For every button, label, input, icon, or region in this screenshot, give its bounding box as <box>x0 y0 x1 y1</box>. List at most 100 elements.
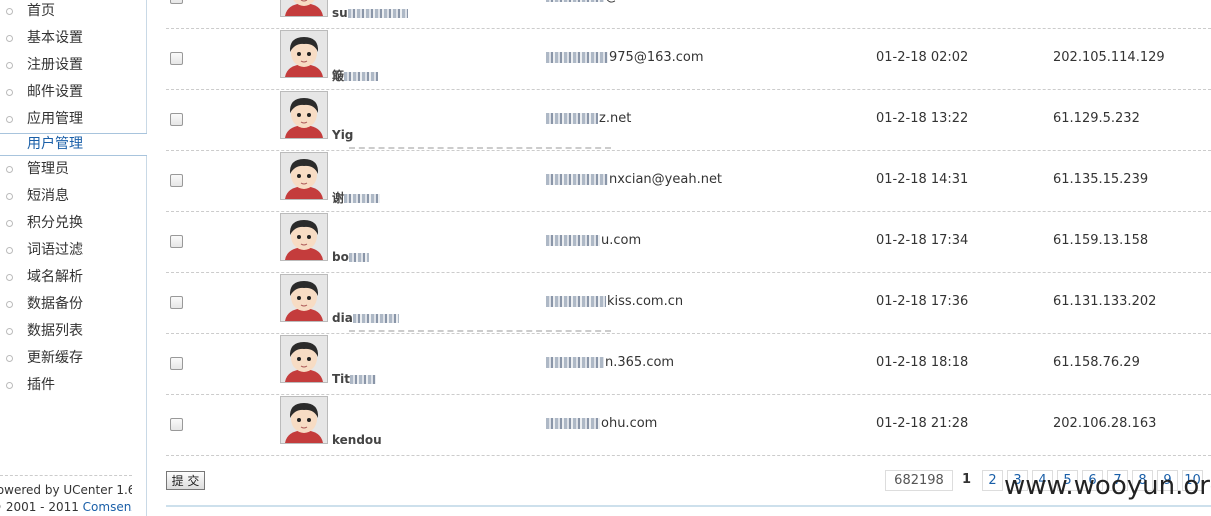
sidebar-item-label: 数据备份 <box>27 296 83 312</box>
table-row: kendou ohu.com 01-2-18 21:28 202.106.28.163 <box>166 394 1211 456</box>
sidebar-item-label: 短消息 <box>27 188 69 204</box>
sidebar-item[interactable]: 数据列表 <box>0 318 146 345</box>
user-name[interactable]: Tit <box>332 372 377 386</box>
user-name[interactable]: Yig <box>332 128 353 142</box>
sidebar-item[interactable]: 邮件设置 <box>0 79 146 106</box>
sidebar-item-label: 积分兑换 <box>27 215 83 231</box>
row-checkbox[interactable] <box>170 418 183 431</box>
bullet-icon <box>6 8 13 15</box>
avatar <box>280 91 328 139</box>
table-row: bo u.com 01-2-18 17:34 61.159.13.158 <box>166 211 1211 273</box>
user-name[interactable]: 簸 <box>332 67 379 84</box>
page-current: 1 <box>961 472 972 487</box>
row-checkbox[interactable] <box>170 174 183 187</box>
register-ip: 61.129.5.232 <box>1053 111 1140 126</box>
table-row: 谢 nxcian@yeah.net 01-2-18 14:31 61.135.15.2… <box>166 150 1211 212</box>
user-name-text: Tit <box>332 372 351 386</box>
row-checkbox[interactable] <box>170 357 183 370</box>
sidebar-item[interactable]: 数据备份 <box>0 291 146 318</box>
sidebar-item-label: 数据列表 <box>27 323 83 339</box>
sidebar-item[interactable]: 基本设置 <box>0 25 146 52</box>
sidebar-item[interactable]: 首页 <box>0 0 146 25</box>
redacted-mask <box>546 52 608 63</box>
register-date: 01-2-18 14:31 <box>876 172 969 187</box>
sidebar-item-label: 用户管理 <box>27 136 83 152</box>
redacted-mask <box>347 9 408 18</box>
user-name[interactable]: su <box>332 6 409 20</box>
table-row: Yig z.net 01-2-18 13:22 61.129.5.232 <box>166 89 1211 151</box>
redacted-mask <box>344 194 381 203</box>
user-name-text: 簸 <box>332 69 345 83</box>
redacted-mask <box>546 113 598 124</box>
divider <box>349 147 611 149</box>
page-link[interactable]: 2 <box>982 470 1003 491</box>
register-date: 01-2-17 19:58 <box>876 0 968 4</box>
sidebar-item[interactable]: 应用管理 <box>0 106 146 133</box>
user-email-text: nxcian@yeah.net <box>609 172 723 187</box>
user-name-text: Yig <box>332 128 354 142</box>
redacted-mask <box>546 296 606 307</box>
sidebar-item-label: 应用管理 <box>27 111 83 127</box>
register-ip: 61.158.76.29 <box>1053 355 1140 370</box>
bullet-icon <box>6 301 13 308</box>
user-email: 975@163.com <box>546 50 704 65</box>
sidebar-item-label: 基本设置 <box>27 30 83 46</box>
bullet-icon <box>6 62 13 69</box>
sidebar-item-label: 注册设置 <box>27 57 83 73</box>
user-email-text: z.net <box>599 111 632 126</box>
user-name[interactable]: kendou <box>332 433 382 447</box>
row-checkbox[interactable] <box>170 52 183 65</box>
sidebar-item[interactable]: 插件 <box>0 372 146 399</box>
redacted-mask <box>348 253 369 262</box>
sidebar-item[interactable]: 用户管理 <box>0 133 147 156</box>
row-checkbox[interactable] <box>170 113 183 126</box>
sidebar-item[interactable]: 注册设置 <box>0 52 146 79</box>
bullet-icon <box>6 247 13 254</box>
bullet-icon <box>6 35 13 42</box>
user-email: ohu.com <box>546 416 657 431</box>
redacted-mask <box>546 357 604 368</box>
sidebar-item[interactable]: 短消息 <box>0 183 146 210</box>
row-checkbox[interactable] <box>170 235 183 248</box>
submit-button[interactable]: 提 交 <box>166 471 205 490</box>
register-date: 01-2-18 17:36 <box>876 294 969 309</box>
user-name[interactable]: bo <box>332 250 370 264</box>
sidebar-item[interactable]: 词语过滤 <box>0 237 146 264</box>
bullet-icon <box>6 116 13 123</box>
sidebar-item-label: 邮件设置 <box>27 84 83 100</box>
row-checkbox[interactable] <box>170 296 183 309</box>
bullet-icon <box>6 89 13 96</box>
user-list-main: su @163.net 01-2-17 19:58 202.99.107.142 簸 97… <box>166 0 1211 516</box>
avatar <box>280 0 328 17</box>
register-ip: 61.135.15.239 <box>1053 172 1149 187</box>
watermark-text: www.wooyun.org <box>1004 471 1211 501</box>
user-name[interactable]: 谢 <box>332 189 381 206</box>
register-date: 01-2-18 17:34 <box>876 233 969 248</box>
row-checkbox[interactable] <box>170 0 183 4</box>
avatar <box>280 396 328 444</box>
user-email-text: n.365.com <box>605 355 675 370</box>
redacted-mask <box>344 72 379 81</box>
user-name[interactable]: dia <box>332 311 400 325</box>
user-email: z.net <box>546 111 631 126</box>
powered-by-text: Powered by UCenter 1.6.0 <box>0 483 132 497</box>
comsenz-link[interactable]: Comsenz <box>83 500 132 514</box>
sidebar-item[interactable]: 积分兑换 <box>0 210 146 237</box>
table-row: 簸 975@163.com 01-2-18 02:02 202.105.114.129 <box>166 28 1211 90</box>
redacted-mask <box>546 174 608 185</box>
sidebar-item[interactable]: 更新缓存 <box>0 345 146 372</box>
user-email-text: kiss.com.cn <box>607 294 684 309</box>
sidebar-item[interactable]: 管理员 <box>0 156 146 183</box>
user-name-text: bo <box>332 250 349 264</box>
user-email-text: u.com <box>601 233 642 248</box>
user-email: u.com <box>546 233 641 248</box>
redacted-mask <box>546 418 600 429</box>
user-name-text: dia <box>332 311 353 325</box>
sidebar-item-label: 词语过滤 <box>27 242 83 258</box>
redacted-mask <box>546 235 600 246</box>
copyright-years: © 2001 - 2011 <box>0 500 79 514</box>
avatar <box>280 213 328 261</box>
sidebar-item[interactable]: 域名解析 <box>0 264 146 291</box>
register-ip: 202.105.114.129 <box>1053 50 1165 65</box>
user-email-text: ohu.com <box>601 416 658 431</box>
